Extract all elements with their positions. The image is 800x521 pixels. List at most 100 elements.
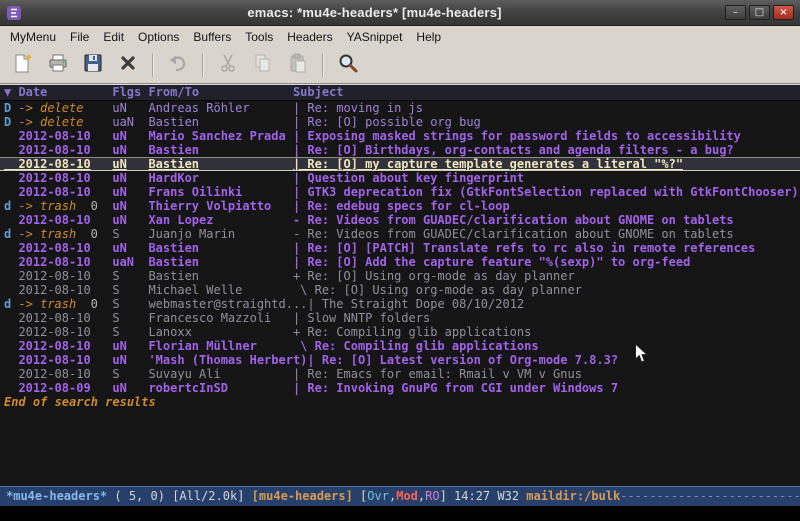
flags-cell: uN <box>112 143 148 157</box>
mark-cell <box>4 339 18 353</box>
message-row[interactable]: 2012-08-10SBastien+ Re: [O] Using org-mo… <box>0 269 800 283</box>
mark-size: 0 <box>76 199 98 213</box>
from-cell: Mario Sanchez Prada <box>148 129 292 143</box>
titlebar[interactable]: emacs: *mu4e-headers* [mu4e-headers] –□× <box>0 0 800 26</box>
from-cell: Michael Welle <box>148 283 292 297</box>
message-row[interactable]: 2012-08-10SSuvayu Ali| Re: Emacs for ema… <box>0 367 800 381</box>
message-row[interactable]: 2012-08-10uN'Mash (Thomas Herbert)| Re: … <box>0 353 800 367</box>
new-file-icon <box>12 52 34 78</box>
message-row[interactable]: 2012-08-10uaNBastien| Re: [O] Add the ca… <box>0 255 800 269</box>
undo-button[interactable] <box>163 50 193 80</box>
menu-item-help[interactable]: Help <box>409 28 448 46</box>
menubar: MyMenuFileEditOptionsBuffersToolsHeaders… <box>0 26 800 47</box>
message-row[interactable]: 2012-08-10SMichael Welle \ Re: [O] Using… <box>0 283 800 297</box>
modeline-segment: Ovr <box>367 489 389 503</box>
close-button[interactable]: × <box>773 5 794 20</box>
minimize-button[interactable]: – <box>725 5 746 20</box>
modeline: *mu4e-headers* ( 5, 0) [All/2.0k] [mu4e-… <box>0 486 800 506</box>
copy-button[interactable] <box>248 50 278 80</box>
mark-size: 0 <box>76 297 98 311</box>
message-row[interactable]: 2012-08-10uNMario Sanchez Prada| Exposin… <box>0 129 800 143</box>
from-cell: Bastien <box>148 269 292 283</box>
message-row[interactable]: 2012-08-10uNXan Lopez- Re: Videos from G… <box>0 213 800 227</box>
close-buffer-icon <box>117 52 139 78</box>
date-cell: 2012-08-10 <box>18 129 112 143</box>
date-cell: 2012-08-10 <box>18 339 112 353</box>
message-row[interactable]: d -> trash 0Swebmaster@straightd...| The… <box>0 297 800 311</box>
modeline-segment: RO <box>425 489 439 503</box>
flags-cell: S <box>112 227 148 241</box>
mark-action: -> trash <box>18 227 76 241</box>
save-button[interactable] <box>78 50 108 80</box>
menu-item-mymenu[interactable]: MyMenu <box>3 28 63 46</box>
mark-cell: D <box>4 101 18 115</box>
message-row[interactable]: 2012-08-10uNFrans Oilinki| GTK3 deprecat… <box>0 185 800 199</box>
flags-cell: uaN <box>112 255 148 269</box>
modeline-segment: *mu4e-headers* <box>6 489 107 503</box>
mark-cell <box>4 143 18 157</box>
mark-action: -> trash <box>18 199 76 213</box>
flags-cell: uN <box>112 353 148 367</box>
mark-cell <box>4 255 18 269</box>
search-icon <box>337 52 359 78</box>
date-cell: -> trash 0 <box>18 227 112 241</box>
column-header-date[interactable]: ▼ Date <box>4 85 112 100</box>
mark-action: -> delete <box>18 101 83 115</box>
message-row[interactable]: 2012-08-09uNrobertcInSD| Re: Invoking Gn… <box>0 381 800 395</box>
paste-button[interactable] <box>283 50 313 80</box>
message-row[interactable]: 2012-08-10uNHardKor| Question about key … <box>0 171 800 185</box>
subject-cell: | Re: moving in js <box>293 101 800 115</box>
from-cell: Lanoxx <box>148 325 292 339</box>
end-of-search-results: End of search results <box>0 395 800 409</box>
flags-cell: uN <box>112 171 148 185</box>
close-buffer-button[interactable] <box>113 50 143 80</box>
mark-cell <box>4 325 18 339</box>
date-cell: 2012-08-10 <box>18 143 112 157</box>
menu-item-file[interactable]: File <box>63 28 96 46</box>
mark-cell: d <box>4 227 18 241</box>
menu-item-headers[interactable]: Headers <box>280 28 339 46</box>
search-button[interactable] <box>333 50 363 80</box>
subject-cell: | Re: edebug specs for cl-loop <box>293 199 800 213</box>
modeline-segment: ( 5, 0) <box>107 489 172 503</box>
print-button[interactable] <box>43 50 73 80</box>
column-header-flags[interactable]: Flgs <box>112 85 148 100</box>
menu-item-edit[interactable]: Edit <box>96 28 131 46</box>
message-row[interactable]: 2012-08-10uNBastien| Re: [O] my capture … <box>0 157 800 171</box>
message-row[interactable]: d -> trash 0SJuanjo Marin- Re: Videos fr… <box>0 227 800 241</box>
subject-cell: | Re: [O] Birthdays, org-contacts and ag… <box>293 143 800 157</box>
emacs-frame: ▼ Date Flgs From/To Subject D -> deleteu… <box>0 84 800 521</box>
message-row[interactable]: 2012-08-10SFrancesco Mazzoli| Slow NNTP … <box>0 311 800 325</box>
mark-action: -> delete <box>18 115 83 129</box>
menu-item-tools[interactable]: Tools <box>238 28 280 46</box>
message-row[interactable]: 2012-08-10uNBastien| Re: [O] [PATCH] Tra… <box>0 241 800 255</box>
message-row[interactable]: d -> trash 0uNThierry Volpiatto| Re: ede… <box>0 199 800 213</box>
message-row[interactable]: 2012-08-10uNFlorian Müllner \ Re: Compil… <box>0 339 800 353</box>
subject-cell: | Exposing masked strings for password f… <box>293 129 800 143</box>
cut-button[interactable] <box>213 50 243 80</box>
menu-item-buffers[interactable]: Buffers <box>186 28 238 46</box>
message-row[interactable]: 2012-08-10SLanoxx+ Re: Compiling glib ap… <box>0 325 800 339</box>
maximize-button[interactable]: □ <box>749 5 770 20</box>
message-row[interactable]: D -> deleteuNAndreas Röhler| Re: moving … <box>0 101 800 115</box>
from-cell: Frans Oilinki <box>148 185 292 199</box>
subject-cell: | Re: [O] [PATCH] Translate refs to rc a… <box>293 241 800 255</box>
emacs-icon <box>6 4 24 22</box>
date-cell: 2012-08-10 <box>18 367 112 381</box>
modeline-segment: maildir:/bulk <box>526 489 620 503</box>
column-header-subject[interactable]: Subject <box>293 85 800 100</box>
from-cell: Bastien <box>148 241 292 255</box>
mark-cell <box>4 157 18 171</box>
new-file-button[interactable] <box>8 50 38 80</box>
column-header-from[interactable]: From/To <box>148 85 292 100</box>
message-row[interactable]: D -> deleteuaNBastien| Re: [O] possible … <box>0 115 800 129</box>
subject-cell: | GTK3 deprecation fix (GtkFontSelection… <box>293 185 800 199</box>
from-cell: Thierry Volpiatto <box>148 199 292 213</box>
menu-item-yasnippet[interactable]: YASnippet <box>340 28 410 46</box>
from-cell: Andreas Röhler <box>148 101 292 115</box>
mark-cell <box>4 353 18 367</box>
mark-cell <box>4 129 18 143</box>
menu-item-options[interactable]: Options <box>131 28 186 46</box>
message-list[interactable]: D -> delete uN Andreas Röhler| Re: moving … <box>0 101 800 486</box>
message-row[interactable]: 2012-08-10uNBastien| Re: [O] Birthdays, … <box>0 143 800 157</box>
